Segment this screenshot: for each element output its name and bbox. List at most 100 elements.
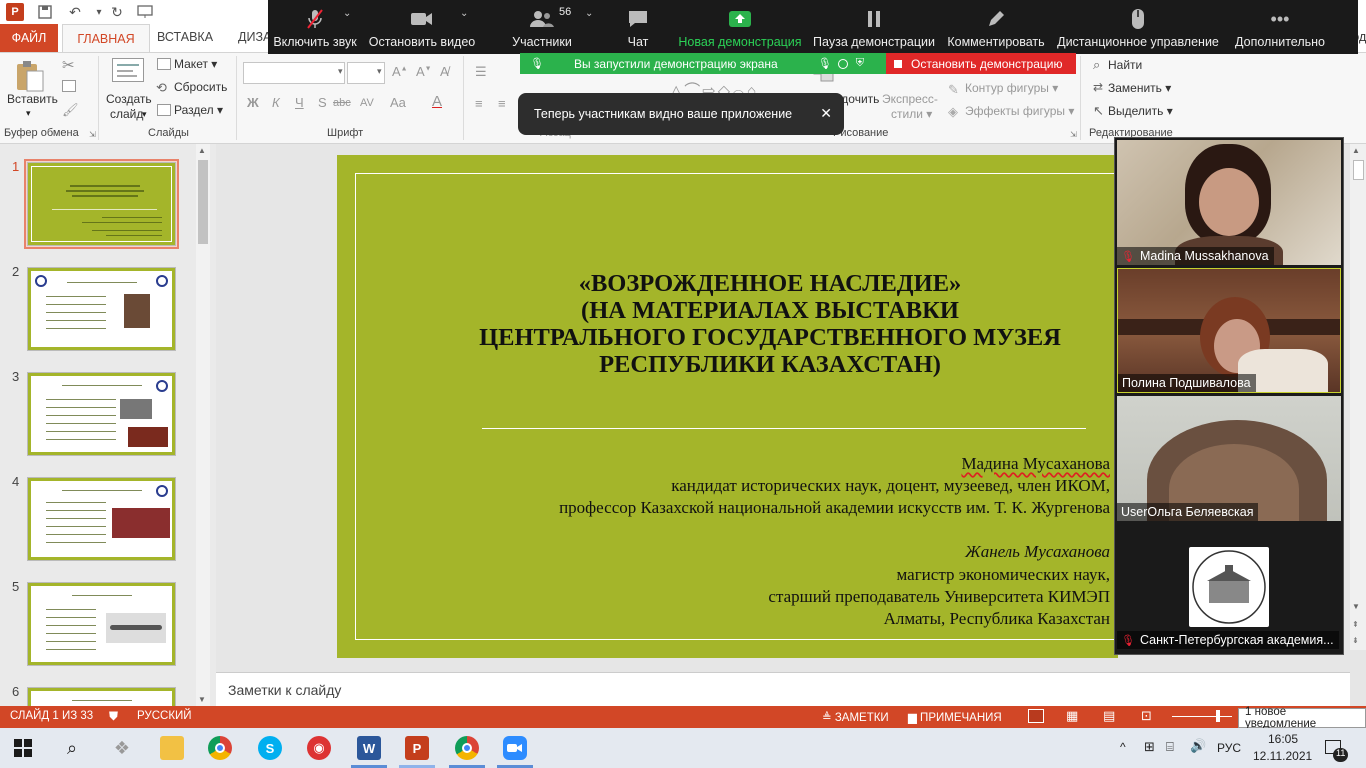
font-color-button[interactable]: A [432,93,442,110]
skype-icon[interactable]: S [258,736,282,760]
character-spacing-button[interactable]: AV [360,97,374,109]
more-button[interactable]: ••• Дополнительно [1232,0,1328,54]
notes-toggle-button[interactable]: ≜ ЗАМЕТКИ [822,710,889,724]
record-icon[interactable] [837,58,848,69]
slide-thumbnail-1[interactable] [27,162,176,246]
bullets-icon[interactable]: ☰ [475,64,487,80]
remote-control-button[interactable]: Дистанционное управление [1056,0,1220,54]
tab-insert[interactable]: ВСТАВКА [157,30,213,48]
undo-dropdown-icon[interactable]: ▾ [90,3,108,21]
network-icon[interactable]: ⌸ [1166,739,1174,755]
layout-button[interactable]: Макет ▾ [174,57,217,71]
cut-icon[interactable]: ✂ [62,56,75,74]
strikethrough-button[interactable]: abc [333,97,351,109]
save-icon[interactable] [36,3,54,21]
chrome-profile-icon[interactable] [455,736,479,760]
comments-toggle-button[interactable]: ▆ ПРИМЕЧАНИЯ [908,710,1002,724]
font-name-field[interactable] [243,62,345,84]
paste-button[interactable]: Вставить [7,92,58,106]
slide-thumbnail-6[interactable] [27,687,176,706]
tab-design[interactable]: ДИЗА [238,30,271,48]
slideshow-view-icon[interactable]: ⊡ [1141,708,1152,724]
copy-icon[interactable] [62,80,76,92]
paste-icon[interactable] [12,58,48,94]
align-left-icon[interactable]: ≡ [475,96,483,111]
annotate-button[interactable]: Комментировать [946,0,1046,54]
change-case-button[interactable]: Aa [390,95,406,110]
dropbox-icon[interactable]: ❖ [110,736,134,760]
video-tile-spb-academy[interactable]: 🎙 Санкт-Петербургская академия... [1117,524,1341,649]
new-slide-dropdown-icon[interactable]: ▾ [142,109,147,120]
slide-thumbnail-4[interactable] [27,477,176,561]
video-tile-olga[interactable]: UserОльга Беляевская [1117,396,1341,521]
slide-thumbnail-2[interactable] [27,267,176,351]
bold-button[interactable]: Ж [247,95,259,110]
slide-thumbnail-5[interactable] [27,582,176,666]
slide-thumbnail-3[interactable] [27,372,176,456]
windows-start-icon[interactable] [14,739,32,760]
thumbnails-scrollbar[interactable]: ▲ ▼ [196,144,210,706]
video-tile-madina[interactable]: 🎙 Madina Mussakhanova [1117,140,1341,265]
align-center-icon[interactable]: ≡ [498,96,506,111]
grow-font-icon[interactable]: A▲ [392,64,408,79]
font-size-dropdown-icon[interactable]: ▾ [377,66,382,77]
shape-effects-button[interactable]: Эффекты фигуры ▾ [965,104,1074,118]
video-tile-polina[interactable]: Полина Подшивалова [1117,268,1341,393]
input-language-indicator[interactable]: РУС [1217,741,1241,755]
drawing-launcher-icon[interactable]: ⇲ [1070,130,1077,139]
taskbar-clock-date[interactable]: 12.11.2021 [1253,749,1312,763]
chrome-icon[interactable] [208,736,232,760]
close-icon[interactable]: ✕ [820,105,832,122]
format-painter-icon[interactable]: 🖌 [62,102,79,118]
tab-home[interactable]: ГЛАВНАЯ [62,24,150,53]
video-options-chevron-icon[interactable]: ⌄ [460,8,468,19]
meet-now-icon[interactable]: ⊞ [1144,739,1155,755]
select-button[interactable]: Выделить ▾ [1108,104,1173,118]
shadow-button[interactable]: S [318,95,327,110]
new-slide-button[interactable]: слайд [110,107,143,121]
shape-outline-button[interactable]: Контур фигуры ▾ [965,81,1058,95]
quick-styles-button[interactable]: стили ▾ [891,107,932,121]
security-shield-icon[interactable]: ⛨ [856,57,864,70]
stop-share-button[interactable]: Остановить демонстрацию [886,53,1076,74]
find-button[interactable]: Найти [1108,58,1142,72]
clipboard-launcher-icon[interactable]: ⇲ [89,130,96,139]
file-explorer-icon[interactable] [160,736,184,760]
clear-formatting-icon[interactable]: A̸ [440,64,449,79]
slide-sorter-icon[interactable]: ▦ [1066,708,1078,724]
tray-overflow-icon[interactable]: ^ [1120,740,1126,754]
reset-button[interactable]: Сбросить [174,80,227,94]
quick-styles-label[interactable]: Экспресс- [882,92,938,106]
replace-button[interactable]: Заменить ▾ [1108,81,1171,95]
pause-share-button[interactable]: Пауза демонстрации [812,0,936,54]
new-share-button[interactable]: Новая демонстрация [678,0,802,54]
language-indicator[interactable]: РУССКИЙ [137,710,192,722]
audio-options-chevron-icon[interactable]: ⌄ [343,8,351,19]
slideshow-icon[interactable] [136,3,154,21]
search-icon[interactable]: ⌕ [60,736,84,760]
slide-authors-textbox[interactable]: Мадина Мусаханова кандидат исторических … [356,452,1116,632]
paste-dropdown-icon[interactable]: ▾ [26,108,31,119]
new-slide-label[interactable]: Создать [106,92,152,106]
undo-icon[interactable]: ↶ [66,3,84,21]
participants-chevron-icon[interactable]: ⌄ [585,8,593,19]
section-button[interactable]: Раздел ▾ [174,103,223,117]
new-slide-icon[interactable] [112,58,144,82]
zoom-icon[interactable] [503,736,527,760]
italic-button[interactable]: К [272,95,280,110]
normal-view-icon[interactable] [1028,709,1044,723]
redo-icon[interactable]: ↻ [108,3,126,21]
font-name-dropdown-icon[interactable]: ▾ [338,66,343,77]
spellcheck-icon[interactable]: ⛊ [109,709,118,724]
zoom-slider-thumb[interactable] [1216,710,1220,722]
reading-view-icon[interactable]: ▤ [1103,708,1115,724]
screen-recorder-icon[interactable]: ◉ [307,736,331,760]
slide-title[interactable]: «ВОЗРОЖДЕННОЕ НАСЛЕДИЕ» (НА МАТЕРИАЛАХ В… [440,270,1100,378]
shrink-font-icon[interactable]: A▼ [416,64,432,79]
chat-button[interactable]: Чат [618,0,658,54]
word-icon[interactable]: W [357,736,381,760]
underline-button[interactable]: Ч [295,95,304,110]
zoom-slider[interactable] [1172,716,1232,717]
stop-video-button[interactable]: Остановить видео [369,0,475,54]
tab-file[interactable]: ФАЙЛ [0,24,58,52]
